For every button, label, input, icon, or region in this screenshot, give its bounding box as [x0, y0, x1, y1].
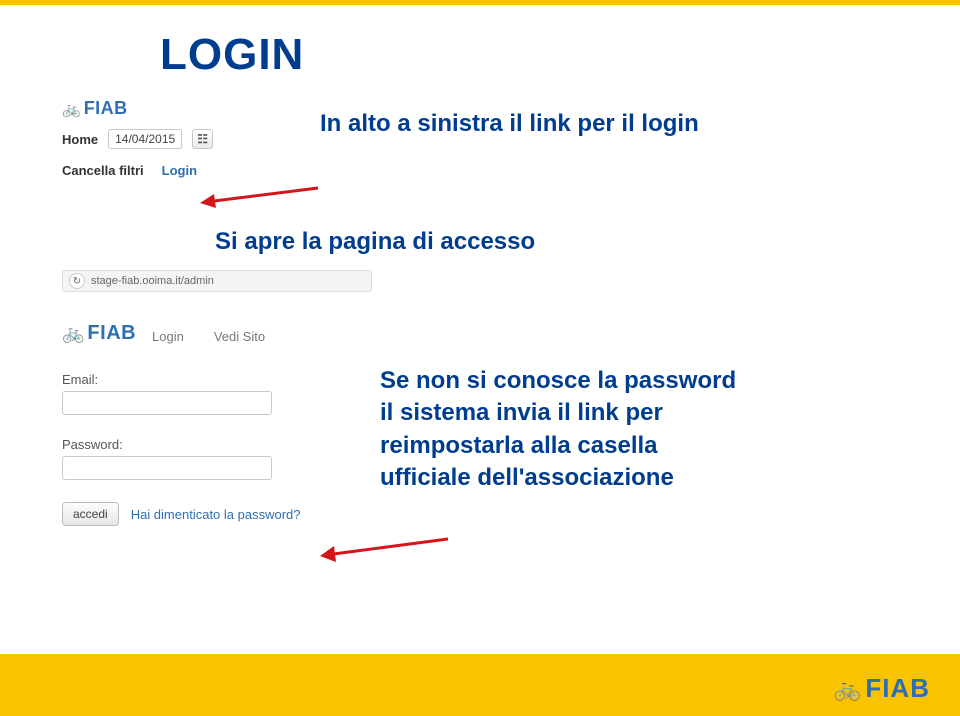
bike-icon: 🚲 [834, 676, 861, 702]
caption-login-link-location: In alto a sinistra il link per il login [320, 110, 699, 138]
fiab-footer-logo: 🚲 FIAB [834, 673, 930, 704]
caption-line-3: reimpostarla alla casella [380, 430, 736, 462]
slide-top-accent [0, 0, 960, 5]
fiab-logo-text: FIAB [865, 673, 930, 704]
reload-icon[interactable]: ↻ [69, 273, 85, 289]
home-link[interactable]: Home [62, 132, 98, 147]
date-input[interactable]: 14/04/2015 [108, 129, 182, 149]
login-link[interactable]: Login [162, 163, 197, 178]
browser-url-bar: ↻ stage-fiab.ooima.it/admin [62, 270, 372, 292]
fiab-logo-text: FIAB [84, 98, 128, 119]
screenshot-home-strip: 🚲 FIAB Home 14/04/2015 ☷ Cancella filtri… [62, 98, 308, 178]
caption-line-2: il sistema invia il link per [380, 397, 736, 429]
tab-view-site[interactable]: Vedi Sito [214, 329, 265, 344]
screenshot-login-form: ↻ stage-fiab.ooima.it/admin 🚲 FIAB Login… [62, 270, 372, 526]
caption-line-1: Se non si conosce la password [380, 365, 736, 397]
caption-forgot-password-help: Se non si conosce la password il sistema… [380, 365, 736, 495]
password-label: Password: [62, 437, 372, 452]
caption-access-page-opens: Si apre la pagina di accesso [215, 228, 535, 256]
pointer-arrow-to-forgot-password [320, 535, 450, 565]
bike-icon: 🚲 [62, 100, 80, 118]
bike-icon: 🚲 [62, 323, 83, 344]
fiab-logo-small: 🚲 FIAB [62, 98, 308, 119]
slide-bottom-bar [0, 654, 960, 716]
email-field[interactable] [62, 391, 272, 415]
forgot-password-link[interactable]: Hai dimenticato la password? [131, 507, 301, 522]
fiab-logo-text: FIAB [87, 322, 136, 345]
cancel-filters-link[interactable]: Cancella filtri [62, 163, 144, 178]
pointer-arrow-to-login-link [200, 184, 320, 214]
submit-button[interactable]: accedi [62, 502, 119, 526]
email-label: Email: [62, 372, 372, 387]
caption-line-4: ufficiale dell'associazione [380, 462, 736, 494]
calendar-icon[interactable]: ☷ [192, 129, 213, 149]
tab-login[interactable]: Login [152, 329, 184, 344]
page-title: LOGIN [160, 30, 304, 80]
url-text: stage-fiab.ooima.it/admin [91, 275, 214, 287]
password-field[interactable] [62, 456, 272, 480]
